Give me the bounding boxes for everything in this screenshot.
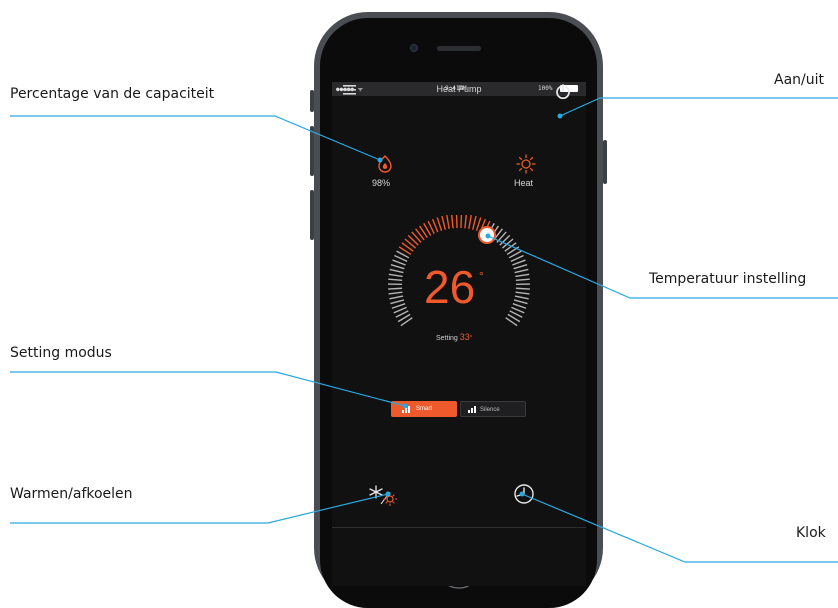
callout-line-clock [522,494,838,562]
callout-line-power [560,98,838,116]
callout-temperature-label: Temperatuur instelling [649,271,806,287]
callout-heat-cool-label: Warmen/afkoelen [10,486,133,502]
callout-line-capacity [10,116,380,160]
callout-clock-label: Klok [796,525,826,541]
callout-mode-label: Setting modus [10,345,112,361]
callout-capacity-label: Percentage van de capaciteit [10,86,214,102]
callout-power-label: Aan/uit [774,72,824,88]
infographic-stage: ●●●●● ᯤ 9:41AM 100% Heat Pump 98% Heat [0,0,838,595]
callout-line-mode [10,372,405,406]
callout-line-temperature [488,236,838,298]
